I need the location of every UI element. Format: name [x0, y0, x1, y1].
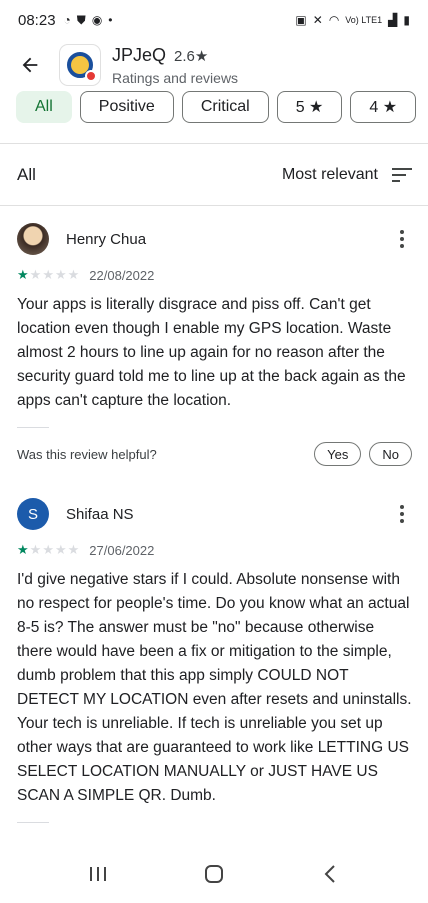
app-logo: [60, 45, 100, 85]
page-subtitle: Ratings and reviews: [112, 69, 239, 86]
chat-icon: ◔: [63, 13, 71, 27]
recent-apps-button[interactable]: [68, 854, 128, 894]
star-icon: ★: [67, 542, 80, 557]
lock-icon: ▣: [295, 13, 307, 27]
home-icon: [205, 865, 223, 883]
review-card: Henry Chua ★ ★ ★ ★ ★ 22/08/2022 Your app…: [17, 221, 412, 466]
star-rating: ★ ★ ★ ★ ★: [17, 267, 79, 283]
review-text: Your apps is literally disgrace and piss…: [17, 296, 406, 409]
star-rating: ★ ★ ★ ★ ★: [17, 542, 79, 558]
arrow-back-icon: [22, 57, 38, 73]
divider: [17, 822, 49, 823]
chip-positive[interactable]: Positive: [79, 91, 174, 123]
helpful-yes-button[interactable]: Yes: [314, 442, 362, 466]
star-icon: ★: [42, 542, 54, 557]
star-icon: ★: [17, 267, 29, 282]
recents-icon: [90, 867, 106, 881]
review-text: I'd give negative stars if I could. Abso…: [17, 571, 412, 804]
chip-critical[interactable]: Critical: [181, 91, 269, 123]
status-time: 08:23: [18, 11, 56, 29]
app-notification-icon: ◉: [91, 13, 103, 27]
network-label: Vo) LTE1: [345, 15, 383, 25]
star-icon: ★: [29, 267, 42, 282]
reviewer-name: Henry Chua: [66, 230, 147, 248]
star-icon: ★: [17, 542, 29, 557]
chip-all[interactable]: All: [16, 91, 72, 123]
system-nav-bar: [0, 845, 428, 903]
chip-5-star[interactable]: 5 ★: [276, 91, 343, 123]
helpful-no-button[interactable]: No: [369, 442, 412, 466]
sort-row: All Most relevant: [17, 158, 412, 192]
app-name: JPJeQ: [112, 44, 167, 65]
wifi-icon: ◠: [328, 13, 340, 27]
more-options-button[interactable]: [392, 227, 412, 251]
avatar: S: [17, 498, 49, 530]
filter-label: All: [17, 165, 36, 184]
filter-chips: All Positive Critical 5 ★ 4 ★: [16, 91, 417, 123]
helpful-prompt: Was this review helpful?: [17, 446, 157, 462]
app-rating: 2.6★: [174, 47, 209, 65]
reviewer-name: Shifaa NS: [66, 505, 134, 523]
review-date: 22/08/2022: [89, 267, 155, 283]
chevron-left-icon: [324, 865, 335, 883]
back-button[interactable]: [0, 40, 60, 90]
review-card: S Shifaa NS ★ ★ ★ ★ ★ 27/06/2022 I'd giv…: [17, 496, 412, 823]
signal-icon: ▟: [388, 13, 398, 27]
more-options-button[interactable]: [392, 502, 412, 526]
back-nav-button[interactable]: [300, 854, 360, 894]
avatar: [17, 223, 49, 255]
battery-icon: ▮: [403, 13, 410, 27]
sort-mode-label: Most relevant: [281, 166, 378, 183]
review-date: 27/06/2022: [89, 542, 155, 558]
shield-icon: ⛊: [76, 12, 86, 27]
sort-icon: [392, 168, 412, 182]
star-icon: ★: [29, 542, 42, 557]
status-bar: 08:23 ◔ ⛊ ◉ • ▣ ✕ ◠ Vo) LTE1 ▟ ▮: [0, 0, 428, 40]
status-right: ▣ ✕ ◠ Vo) LTE1 ▟ ▮: [295, 13, 410, 27]
star-icon: ★: [54, 542, 67, 557]
divider: [17, 427, 49, 428]
chip-4-star[interactable]: 4 ★: [350, 91, 417, 123]
mute-icon: ✕: [312, 13, 323, 27]
star-icon: ★: [42, 267, 54, 282]
app-header: JPJeQ 2.6★ Ratings and reviews: [0, 40, 428, 90]
home-button[interactable]: [184, 854, 244, 894]
divider: [0, 143, 428, 144]
divider: [0, 205, 428, 206]
star-icon: ★: [54, 267, 67, 282]
dot-icon: •: [108, 13, 113, 27]
star-icon: ★: [67, 267, 80, 282]
sort-button[interactable]: Most relevant: [282, 166, 412, 184]
